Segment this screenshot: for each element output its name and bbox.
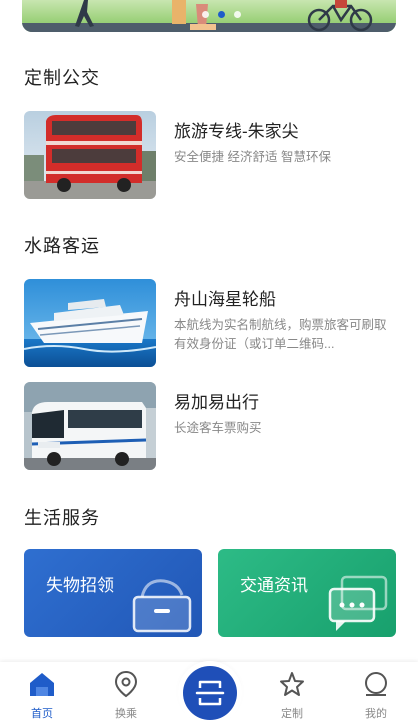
tour-bus-thumbnail (24, 111, 156, 199)
section-title-life-services: 生活服务 (24, 508, 100, 528)
carousel-dot-active[interactable] (218, 11, 225, 18)
location-pin-icon (114, 670, 138, 698)
scan-button[interactable] (183, 666, 237, 720)
section-title-custom-bus: 定制公交 (24, 68, 100, 88)
tab-label: 首页 (31, 708, 53, 720)
coach-bus-thumbnail (24, 382, 156, 470)
message-chat-icon (328, 575, 388, 631)
card-label: 交通资讯 (240, 576, 308, 595)
tab-transfer[interactable]: 换乘 (96, 662, 156, 720)
user-icon (365, 672, 387, 696)
tab-label: 换乘 (115, 708, 137, 720)
list-item-yijiayi[interactable]: 易加易出行 长途客车票购买 (24, 382, 396, 474)
item-title: 旅游专线-朱家尖 (174, 122, 299, 141)
tab-label: 定制 (281, 708, 303, 720)
carousel-dot[interactable] (202, 11, 209, 18)
carousel-dot[interactable] (234, 11, 241, 18)
scan-icon (195, 680, 225, 706)
banner-carousel[interactable] (22, 0, 396, 32)
bicycle-illustration (307, 0, 373, 32)
traffic-news-card[interactable]: 交通资讯 (218, 549, 396, 637)
card-label: 失物招领 (46, 576, 114, 595)
item-description: 长途客车票购买 (174, 421, 262, 435)
ship-thumbnail (24, 279, 156, 367)
list-item-tour-line[interactable]: 旅游专线-朱家尖 安全便捷 经济舒适 智慧环保 (24, 111, 396, 203)
tab-mine[interactable]: 我的 (346, 662, 406, 720)
item-title: 易加易出行 (174, 393, 259, 412)
section-title-water-transport: 水路客运 (24, 236, 100, 256)
item-description: 安全便捷 经济舒适 智慧环保 (174, 150, 331, 164)
tab-home[interactable]: 首页 (12, 662, 72, 720)
tab-custom[interactable]: 定制 (262, 662, 322, 720)
walker-illustration (75, 0, 94, 27)
tab-label: 我的 (365, 708, 387, 720)
item-description: 本航线为实名制航线，购票旅客可刷取有效身份证（或订单二维码... (174, 318, 387, 351)
lost-item-box-icon (132, 579, 192, 633)
list-item-haixing-ferry[interactable]: 舟山海星轮船 本航线为实名制航线，购票旅客可刷取有效身份证（或订单二维码... (24, 279, 396, 371)
star-icon (280, 672, 304, 696)
lost-and-found-card[interactable]: 失物招领 (24, 549, 202, 637)
item-title: 舟山海星轮船 (174, 290, 276, 309)
carousel-dots (202, 11, 241, 18)
home-icon (30, 673, 54, 696)
